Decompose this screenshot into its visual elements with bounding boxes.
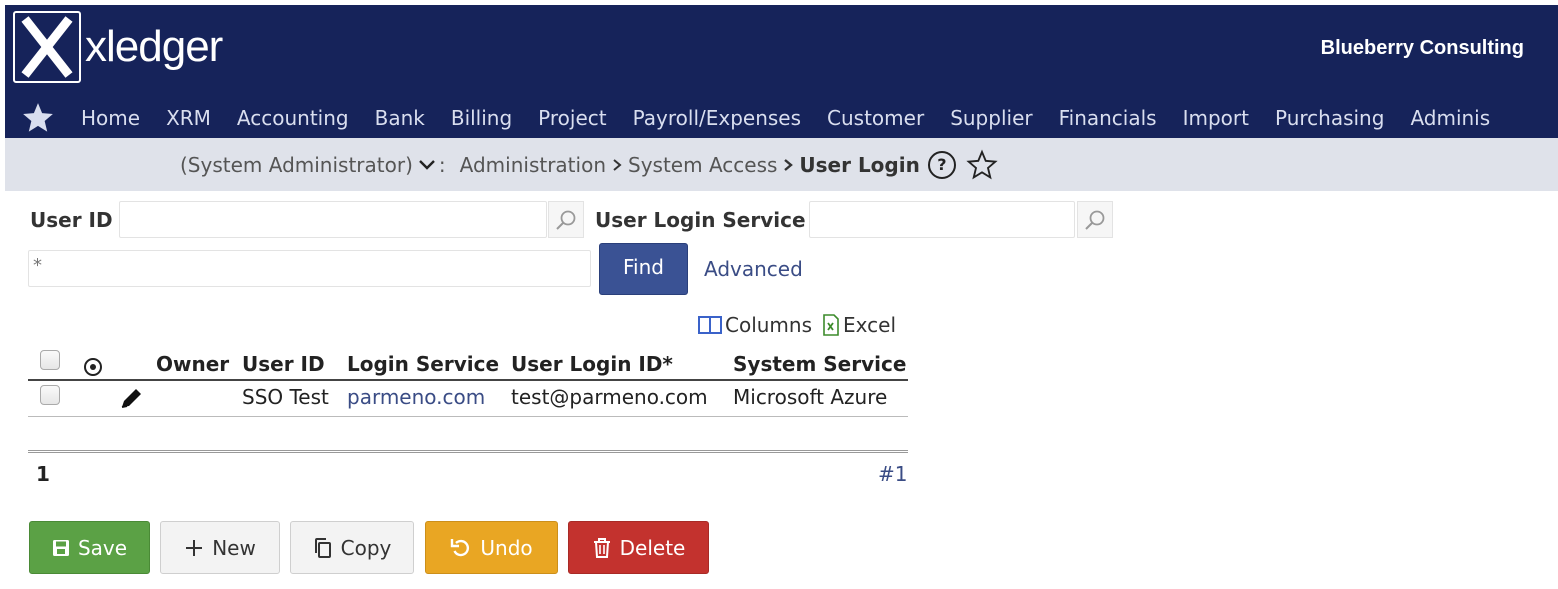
favorite-star-icon[interactable] xyxy=(966,149,998,181)
logo-x-icon xyxy=(13,11,81,83)
breadcrumb: (System Administrator) : Administration … xyxy=(5,138,1558,191)
nav-item-financials[interactable]: Financials xyxy=(1059,106,1157,130)
company-name[interactable]: Blueberry Consulting xyxy=(1321,37,1524,60)
chevron-right-icon xyxy=(613,158,622,171)
column-header-system-service[interactable]: System Service xyxy=(733,352,906,376)
copy-icon xyxy=(314,537,331,558)
cell-system-service: Microsoft Azure xyxy=(733,385,888,409)
nav-item-import[interactable]: Import xyxy=(1183,106,1249,130)
main-nav: Home XRM Accounting Bank Billing Project… xyxy=(5,97,1558,138)
new-button[interactable]: New xyxy=(160,521,280,574)
edit-pencil-icon[interactable] xyxy=(118,387,144,411)
text-filter-input[interactable]: * xyxy=(28,250,591,287)
breadcrumb-colon: : xyxy=(438,152,446,177)
chevron-right-icon xyxy=(784,158,794,171)
grid-tools: Columns Excel xyxy=(698,313,896,337)
help-icon[interactable]: ? xyxy=(927,150,956,179)
user-id-input[interactable] xyxy=(119,201,547,238)
undo-button[interactable]: Undo xyxy=(425,521,558,574)
breadcrumb-administration[interactable]: Administration xyxy=(460,153,606,177)
delete-button[interactable]: Delete xyxy=(568,521,709,574)
trash-icon xyxy=(593,537,610,558)
copy-button[interactable]: Copy xyxy=(290,521,414,574)
floppy-disk-icon xyxy=(52,539,69,556)
select-all-checkbox[interactable] xyxy=(40,350,60,370)
cell-user-id: SSO Test xyxy=(242,385,329,409)
record-count: 1 xyxy=(36,462,50,486)
page-indicator[interactable]: #1 xyxy=(878,462,907,486)
radio-target-icon[interactable] xyxy=(84,358,102,376)
save-label: Save xyxy=(77,535,128,560)
excel-icon[interactable] xyxy=(822,314,840,336)
user-login-service-label: User Login Service xyxy=(595,208,806,232)
user-login-service-input[interactable] xyxy=(809,201,1075,238)
new-label: New xyxy=(212,535,256,560)
nav-item-xrm[interactable]: XRM xyxy=(166,106,211,130)
nav-item-customer[interactable]: Customer xyxy=(827,106,924,130)
column-header-owner[interactable]: Owner xyxy=(156,352,229,376)
copy-label: Copy xyxy=(340,535,392,560)
columns-button[interactable]: Columns xyxy=(725,313,812,337)
nav-item-bank[interactable]: Bank xyxy=(375,106,425,130)
find-button[interactable]: Find xyxy=(599,243,688,295)
nav-item-home[interactable]: Home xyxy=(81,106,140,130)
nav-item-billing[interactable]: Billing xyxy=(451,106,512,130)
cell-user-login-id: test@parmeno.com xyxy=(511,385,708,409)
user-id-label: User ID xyxy=(30,208,113,232)
column-header-user-id[interactable]: User ID xyxy=(242,352,325,376)
table-row[interactable]: SSO Test parmeno.com test@parmeno.com Mi… xyxy=(28,381,908,417)
plus-icon xyxy=(186,539,203,556)
user-id-search-button[interactable] xyxy=(548,201,584,238)
search-icon xyxy=(1085,210,1105,230)
table-header-row: Owner User ID Login Service User Login I… xyxy=(28,348,908,381)
nav-item-payroll-expenses[interactable]: Payroll/Expenses xyxy=(633,106,801,130)
nav-item-purchasing[interactable]: Purchasing xyxy=(1275,106,1384,130)
logo-text: xledger xyxy=(85,22,223,71)
role-selector[interactable]: (System Administrator) xyxy=(180,153,413,177)
service-search-button[interactable] xyxy=(1077,201,1113,238)
search-icon xyxy=(556,210,576,230)
columns-icon[interactable] xyxy=(698,315,722,335)
row-checkbox[interactable] xyxy=(40,385,60,405)
nav-item-administration[interactable]: Adminis xyxy=(1410,106,1490,130)
top-header: xledger Blueberry Consulting Home XRM Ac… xyxy=(5,5,1558,138)
chevron-down-icon[interactable] xyxy=(417,158,437,172)
nav-item-supplier[interactable]: Supplier xyxy=(950,106,1032,130)
breadcrumb-system-access[interactable]: System Access xyxy=(628,153,777,177)
cell-login-service-link[interactable]: parmeno.com xyxy=(347,385,485,409)
column-header-user-login-id[interactable]: User Login ID* xyxy=(511,352,673,376)
favorites-star-icon[interactable] xyxy=(21,101,55,135)
column-header-login-service[interactable]: Login Service xyxy=(347,352,499,376)
save-button[interactable]: Save xyxy=(29,521,150,574)
excel-button[interactable]: Excel xyxy=(843,313,896,337)
nav-item-project[interactable]: Project xyxy=(538,106,606,130)
advanced-link[interactable]: Advanced xyxy=(704,257,803,281)
undo-arrow-icon xyxy=(451,538,470,556)
xledger-logo[interactable]: xledger xyxy=(13,11,223,83)
page-title: User Login xyxy=(799,152,920,177)
delete-label: Delete xyxy=(619,535,686,560)
user-login-table: Owner User ID Login Service User Login I… xyxy=(28,348,908,453)
nav-item-accounting[interactable]: Accounting xyxy=(237,106,349,130)
table-empty-row xyxy=(28,417,908,453)
undo-label: Undo xyxy=(480,535,533,560)
